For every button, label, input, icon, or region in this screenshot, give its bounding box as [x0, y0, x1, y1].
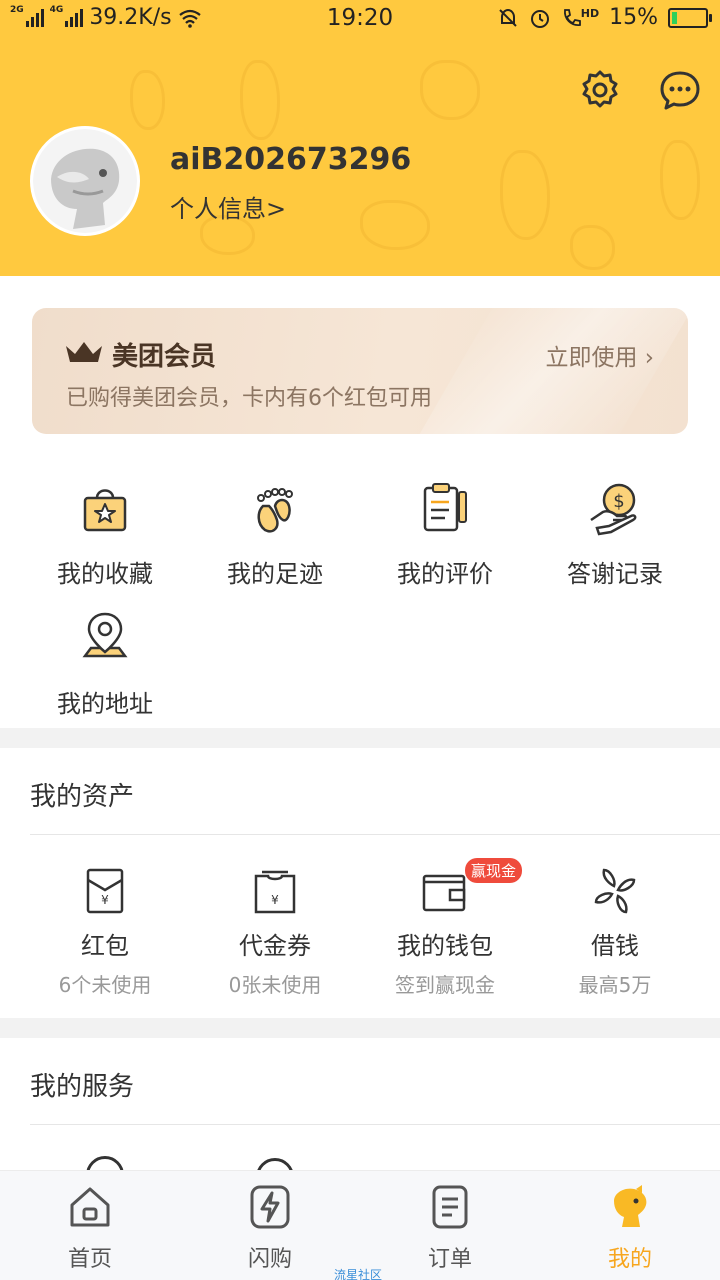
member-subtitle: 已购得美团会员，卡内有6个红包可用 — [66, 386, 432, 411]
footprint-icon — [257, 488, 293, 533]
crown-icon — [66, 342, 102, 362]
assets-section-title: 我的资产 — [30, 782, 135, 812]
red-envelope-icon: ¥ — [86, 868, 124, 914]
loan-icon — [594, 868, 636, 914]
wallet-icon — [422, 874, 466, 912]
gear-icon[interactable] — [578, 68, 622, 112]
coin-hand-icon: $ — [590, 483, 637, 536]
asset-label: 红包 — [81, 932, 129, 960]
background-doodle — [420, 60, 480, 120]
location-pin-icon — [82, 612, 128, 658]
background-doodle — [360, 200, 430, 250]
win-cash-badge: 赢现金 — [465, 858, 523, 883]
status-bar: 2G 4G 39.2K/s 19:20 HD 15% — [0, 0, 720, 40]
quick-link-label: 答谢记录 — [567, 560, 663, 588]
svg-text:¥: ¥ — [271, 893, 279, 907]
clipboard-pen-icon — [423, 483, 467, 532]
hd-label: HD — [580, 6, 600, 20]
nav-label: 我的 — [607, 1247, 652, 1272]
chat-bubble-icon[interactable] — [658, 68, 702, 112]
quick-link-label: 我的足迹 — [227, 560, 323, 588]
battery-icon — [668, 7, 712, 28]
quick-link-label: 我的收藏 — [57, 560, 153, 588]
nav-label: 首页 — [67, 1247, 112, 1272]
profile-info-link[interactable]: 个人信息> — [170, 189, 286, 224]
asset-sub: 最高5万 — [578, 973, 652, 997]
section-separator — [0, 1018, 720, 1038]
quick-link-label: 我的评价 — [397, 560, 493, 588]
footprint-item[interactable]: 我的足迹 — [185, 480, 365, 589]
loan-item[interactable]: 借钱 最高5万 — [530, 866, 700, 998]
nav-home[interactable]: 首页 — [0, 1183, 180, 1273]
bell-muted-icon — [499, 8, 517, 27]
background-doodle — [500, 150, 550, 240]
profile-header: aiB202673296 个人信息> — [0, 0, 720, 276]
background-doodle — [240, 60, 280, 140]
favorites-item[interactable]: 我的收藏 — [15, 480, 195, 589]
background-doodle — [130, 70, 165, 130]
section-separator — [0, 728, 720, 748]
member-card[interactable]: 美团会员 已购得美团会员，卡内有6个红包可用 立即使用 › — [32, 308, 688, 434]
flash-icon — [250, 1185, 290, 1229]
asset-sub: 签到赢现金 — [395, 973, 495, 997]
svg-text:¥: ¥ — [101, 893, 109, 907]
thanks-record-item[interactable]: $ 答谢记录 — [525, 480, 705, 589]
member-title: 美团会员 — [112, 342, 217, 372]
nav-mine[interactable]: 我的 — [540, 1183, 720, 1273]
wallet-item[interactable]: 赢现金 我的钱包 签到赢现金 — [360, 858, 530, 998]
address-item[interactable]: 我的地址 — [15, 610, 195, 719]
asset-label: 代金券 — [239, 932, 311, 960]
nav-flash[interactable]: 闪购 — [180, 1183, 360, 1273]
watermark: 流星社区 — [334, 1268, 383, 1280]
asset-sub: 0张未使用 — [228, 973, 322, 997]
home-icon — [70, 1187, 110, 1227]
quick-link-label: 我的地址 — [57, 690, 153, 718]
mascot-icon — [614, 1185, 647, 1227]
divider — [30, 1124, 720, 1125]
alarm-icon — [530, 9, 549, 28]
phone-icon — [563, 8, 581, 26]
shopping-bag-star-icon — [83, 489, 127, 532]
divider — [30, 834, 720, 835]
background-doodle — [570, 225, 615, 270]
avatar[interactable] — [30, 126, 140, 236]
battery-level — [672, 11, 677, 24]
nav-label: 闪购 — [247, 1247, 292, 1272]
battery-percent: 15% — [609, 5, 658, 30]
voucher-icon: ¥ — [254, 870, 296, 914]
asset-label: 借钱 — [591, 932, 639, 960]
asset-label: 我的钱包 — [397, 932, 493, 960]
use-now-button[interactable]: 立即使用 › — [545, 338, 654, 372]
svg-text:$: $ — [613, 491, 624, 512]
username: aiB202673296 — [170, 142, 412, 177]
order-icon — [432, 1185, 468, 1229]
nav-orders[interactable]: 订单 — [360, 1183, 540, 1273]
background-doodle — [660, 140, 700, 220]
red-envelope-item[interactable]: ¥ 红包 6个未使用 — [20, 866, 190, 998]
reviews-item[interactable]: 我的评价 — [355, 480, 535, 589]
bottom-nav: 首页 闪购 订单 我的 — [0, 1170, 720, 1280]
hd-call-icon: HD — [561, 7, 599, 29]
avatar-mascot-icon — [33, 129, 137, 233]
asset-sub: 6个未使用 — [58, 973, 152, 997]
nav-label: 订单 — [427, 1247, 472, 1272]
services-section-title: 我的服务 — [30, 1072, 135, 1102]
voucher-item[interactable]: ¥ 代金券 0张未使用 — [190, 866, 360, 998]
